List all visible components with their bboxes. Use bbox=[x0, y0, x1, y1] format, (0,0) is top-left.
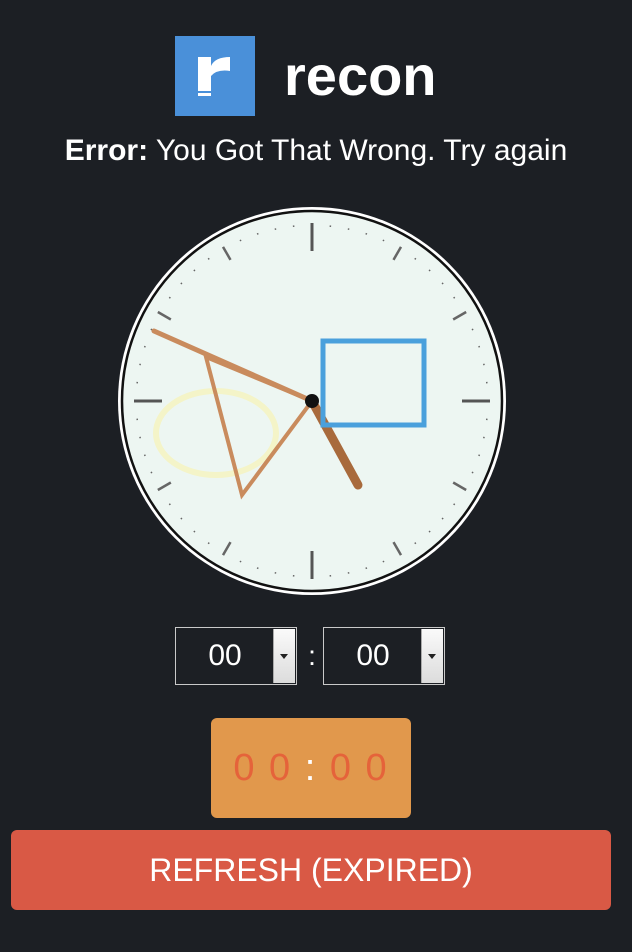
countdown-seconds: 0 0 bbox=[329, 747, 389, 789]
countdown-timer: 0 0 : 0 0 bbox=[211, 718, 411, 818]
app-name: recon bbox=[284, 44, 437, 107]
minute-select-value: 00 bbox=[356, 639, 390, 672]
countdown-minutes: 0 0 bbox=[233, 747, 293, 789]
chevron-down-icon[interactable] bbox=[421, 629, 443, 683]
time-input-group: 00 : 00 bbox=[0, 627, 632, 689]
error-label: Error: bbox=[64, 134, 149, 167]
error-text: You Got That Wrong. Try again bbox=[155, 134, 568, 167]
chevron-down-icon[interactable] bbox=[273, 629, 295, 683]
clock-center-pin bbox=[305, 394, 319, 408]
captcha-page: recon Error: You Got That Wrong. Try aga… bbox=[0, 0, 632, 952]
time-separator: : bbox=[308, 640, 316, 671]
refresh-button[interactable]: REFRESH (EXPIRED) bbox=[11, 830, 611, 910]
brand-header: recon bbox=[0, 36, 632, 116]
hour-select-value: 00 bbox=[208, 639, 242, 672]
countdown-digits: 0 0 : 0 0 bbox=[211, 718, 411, 818]
minute-select[interactable]: 00 bbox=[323, 627, 445, 685]
countdown-separator: : bbox=[304, 747, 318, 789]
hour-select[interactable]: 00 bbox=[175, 627, 297, 685]
analog-clock bbox=[118, 207, 506, 595]
error-message: Error: You Got That Wrong. Try again bbox=[0, 132, 632, 170]
recon-logo-icon bbox=[175, 36, 255, 116]
